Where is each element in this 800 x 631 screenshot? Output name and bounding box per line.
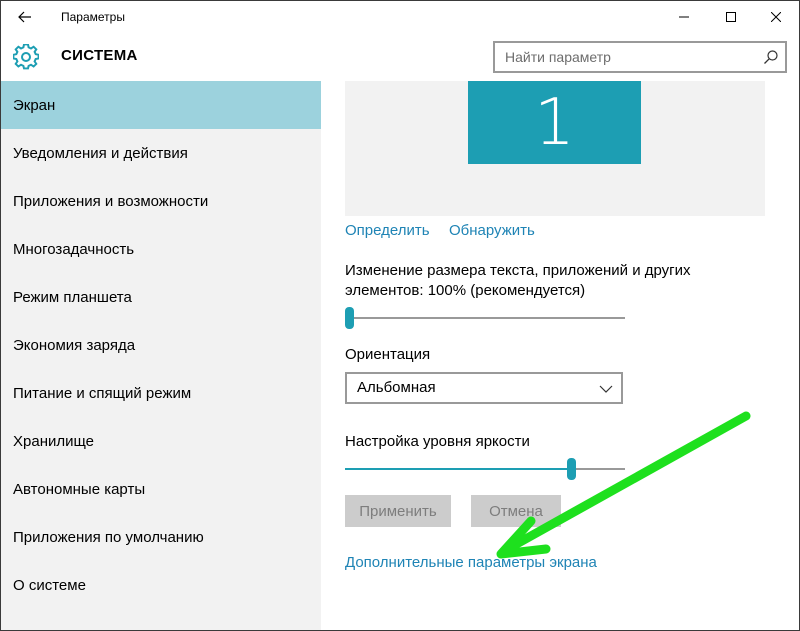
- minimize-icon: [679, 16, 689, 18]
- orientation-dropdown[interactable]: Альбомная: [345, 372, 623, 404]
- sidebar-item-multitasking[interactable]: Многозадачность: [1, 225, 321, 273]
- detect-link[interactable]: Обнаружить: [449, 222, 535, 239]
- page-title: СИСТЕМА: [61, 47, 138, 64]
- sidebar-item-screen[interactable]: Экран: [1, 81, 321, 129]
- page-header: СИСТЕМА: [1, 33, 799, 81]
- sidebar-item-label: Хранилище: [13, 432, 94, 450]
- scale-slider-track: [354, 317, 625, 319]
- orientation-label: Ориентация: [345, 346, 431, 363]
- brightness-slider-fill: [345, 468, 567, 470]
- brightness-label: Настройка уровня яркости: [345, 433, 530, 450]
- chevron-down-icon: [599, 385, 613, 393]
- sidebar-item-power-sleep[interactable]: Питание и спящий режим: [1, 369, 321, 417]
- gear-icon: [13, 44, 39, 70]
- sidebar-item-label: Многозадачность: [13, 240, 135, 258]
- sidebar-item-label: Экран: [13, 96, 56, 114]
- sidebar: Экран Уведомления и действия Приложения …: [1, 81, 321, 630]
- sidebar-item-label: О системе: [13, 576, 86, 594]
- scale-slider[interactable]: [345, 307, 625, 329]
- sidebar-item-label: Питание и спящий режим: [13, 384, 192, 402]
- monitor-tile[interactable]: 1: [468, 81, 641, 164]
- scale-slider-thumb[interactable]: [345, 307, 354, 329]
- cancel-button[interactable]: Отмена: [471, 495, 561, 527]
- sidebar-item-label: Автономные карты: [13, 480, 146, 498]
- advanced-display-settings-link[interactable]: Дополнительные параметры экрана: [345, 554, 597, 571]
- sidebar-item-label: Уведомления и действия: [13, 144, 188, 162]
- back-button[interactable]: [7, 1, 43, 33]
- minimize-button[interactable]: [661, 1, 707, 33]
- sidebar-item-offline-maps[interactable]: Автономные карты: [1, 465, 321, 513]
- apply-button[interactable]: Применить: [345, 495, 451, 527]
- sidebar-item-default-apps[interactable]: Приложения по умолчанию: [1, 513, 321, 561]
- maximize-icon: [726, 12, 736, 22]
- display-preview: 1: [345, 81, 765, 216]
- brightness-slider-track: [576, 468, 625, 470]
- sidebar-item-label: Экономия заряда: [13, 336, 136, 354]
- settings-window: Параметры СИСТЕМА Экран Уведомле: [0, 0, 800, 631]
- search-icon[interactable]: [763, 49, 779, 65]
- brightness-slider-thumb[interactable]: [567, 458, 576, 480]
- search-box[interactable]: [493, 41, 787, 73]
- monitor-number: 1: [534, 85, 575, 160]
- search-input[interactable]: [495, 43, 757, 71]
- title-bar: Параметры: [1, 1, 799, 33]
- maximize-button[interactable]: [708, 1, 754, 33]
- sidebar-item-tablet-mode[interactable]: Режим планшета: [1, 273, 321, 321]
- close-icon: [771, 12, 781, 22]
- sidebar-item-storage[interactable]: Хранилище: [1, 417, 321, 465]
- sidebar-item-label: Приложения и возможности: [13, 192, 209, 210]
- identify-link[interactable]: Определить: [345, 222, 430, 239]
- close-button[interactable]: [753, 1, 799, 33]
- sidebar-item-label: Режим планшета: [13, 288, 132, 306]
- sidebar-item-apps-features[interactable]: Приложения и возможности: [1, 177, 321, 225]
- window-title: Параметры: [61, 10, 125, 24]
- sidebar-item-battery-saver[interactable]: Экономия заряда: [1, 321, 321, 369]
- sidebar-item-about[interactable]: О системе: [1, 561, 321, 609]
- sidebar-item-notifications[interactable]: Уведомления и действия: [1, 129, 321, 177]
- brightness-slider[interactable]: [345, 458, 625, 480]
- sidebar-item-label: Приложения по умолчанию: [13, 528, 204, 546]
- orientation-value: Альбомная: [357, 379, 436, 396]
- scale-label: Изменение размера текста, приложений и д…: [345, 262, 691, 299]
- main-content: 1 Определить Обнаружить Изменение размер…: [321, 81, 799, 630]
- back-arrow-icon: [18, 11, 31, 23]
